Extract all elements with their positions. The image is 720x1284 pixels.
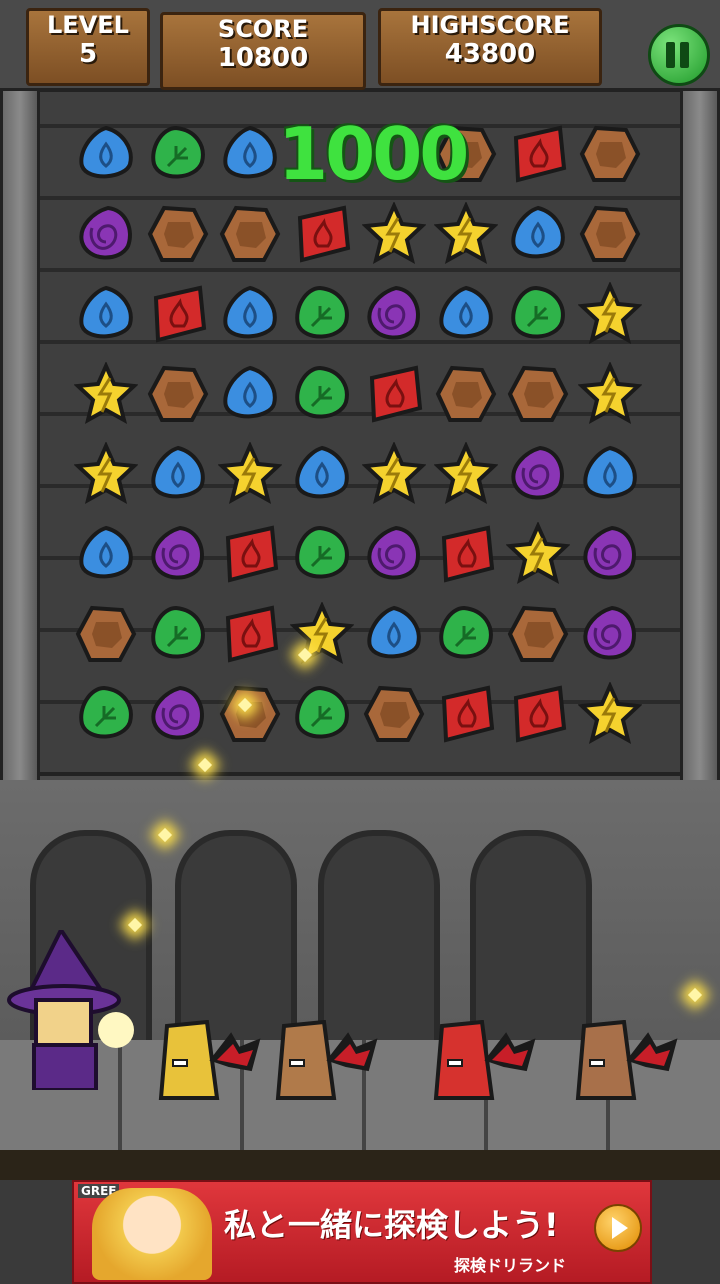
score-popup: 1000 [278,112,469,196]
lightning-star-gem[interactable] [578,682,642,746]
water-drop-gem[interactable] [74,522,138,586]
fire-gem[interactable] [506,122,570,186]
fire-gem[interactable] [434,522,498,586]
rock-gem[interactable] [434,362,498,426]
leaf-gem[interactable] [74,682,138,746]
lightning-star-gem[interactable] [506,522,570,586]
fire-gem[interactable] [290,202,354,266]
highscore-value: 43800 [444,39,536,69]
ad-character-image [92,1188,212,1280]
ad-banner[interactable]: GREE 私と一緒に探検しよう! 探検ドリランド [72,1180,652,1284]
rock-gem[interactable] [146,362,210,426]
leaf-gem[interactable] [290,682,354,746]
swirl-gem[interactable] [362,282,426,346]
fire-gem[interactable] [218,602,282,666]
water-drop-gem[interactable] [218,122,282,186]
rock-gem[interactable] [362,682,426,746]
water-drop-gem[interactable] [362,602,426,666]
lightning-star-gem[interactable] [578,362,642,426]
leaf-gem[interactable] [506,282,570,346]
swirl-gem[interactable] [506,442,570,506]
score-value: 10800 [217,43,309,73]
yellow-bat-enemy [155,1019,265,1100]
right-pillar [680,88,720,784]
rock-gem[interactable] [506,362,570,426]
brown-bat-enemy-2 [572,1019,682,1100]
stone-arch [470,830,592,1046]
level-panel: LEVEL 5 [26,8,150,86]
level-value: 5 [78,39,98,69]
left-pillar [0,88,40,784]
swirl-gem[interactable] [146,522,210,586]
water-drop-gem[interactable] [74,122,138,186]
rock-gem[interactable] [506,602,570,666]
lightning-star-gem[interactable] [218,442,282,506]
highscore-panel: HIGHSCORE 43800 [378,8,602,86]
leaf-gem[interactable] [146,602,210,666]
ad-subline: 探検ドリランド [454,1256,567,1275]
water-drop-gem[interactable] [218,282,282,346]
fire-gem[interactable] [146,282,210,346]
rock-gem[interactable] [218,202,282,266]
game-scene: LEVEL 5 SCORE 10800 HIGHSCORE 43800 1000 [0,0,720,1284]
leaf-gem[interactable] [290,522,354,586]
leaf-gem[interactable] [290,282,354,346]
pause-button[interactable] [648,24,710,86]
rock-gem[interactable] [578,202,642,266]
score-label: SCORE [217,15,309,43]
swirl-gem[interactable] [578,522,642,586]
floor-band [0,1150,720,1180]
leaf-gem[interactable] [146,122,210,186]
lightning-star-gem[interactable] [362,202,426,266]
score-panel: SCORE 10800 [160,12,366,90]
fire-gem[interactable] [362,362,426,426]
rock-gem[interactable] [218,682,282,746]
lightning-star-gem[interactable] [578,282,642,346]
highscore-label: HIGHSCORE [410,11,570,39]
ad-play-icon[interactable] [594,1204,642,1252]
lightning-star-gem[interactable] [74,362,138,426]
water-drop-gem[interactable] [218,362,282,426]
water-drop-gem[interactable] [74,282,138,346]
lightning-star-gem[interactable] [434,202,498,266]
swirl-gem[interactable] [74,202,138,266]
fire-gem[interactable] [506,682,570,746]
swirl-gem[interactable] [578,602,642,666]
wizard-player [6,926,136,1092]
swirl-gem[interactable] [146,682,210,746]
water-drop-gem[interactable] [578,442,642,506]
rock-gem[interactable] [146,202,210,266]
swirl-gem[interactable] [362,522,426,586]
lightning-star-gem[interactable] [434,442,498,506]
stone-arch [318,830,440,1046]
water-drop-gem[interactable] [146,442,210,506]
stone-arch [175,830,297,1046]
brown-bat-enemy [272,1019,382,1100]
water-drop-gem[interactable] [290,442,354,506]
red-bat-enemy [430,1019,540,1100]
fire-gem[interactable] [218,522,282,586]
ad-headline: 私と一緒に探検しよう! [224,1206,559,1244]
water-drop-gem[interactable] [506,202,570,266]
fire-gem[interactable] [434,682,498,746]
leaf-gem[interactable] [434,602,498,666]
level-label: LEVEL [47,11,129,39]
rock-gem[interactable] [74,602,138,666]
lightning-star-gem[interactable] [362,442,426,506]
water-drop-gem[interactable] [434,282,498,346]
rock-gem[interactable] [578,122,642,186]
leaf-gem[interactable] [290,362,354,426]
lightning-star-gem[interactable] [74,442,138,506]
